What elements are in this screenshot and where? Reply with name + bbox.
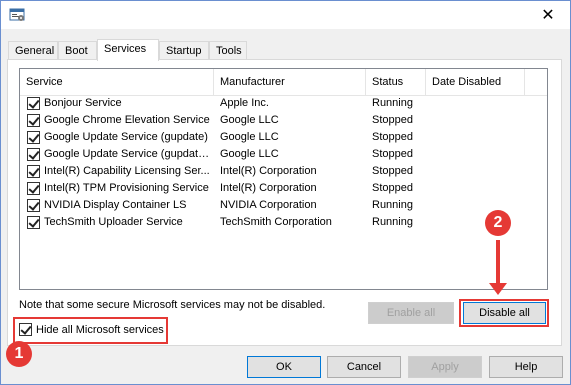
service-row[interactable]: Google Update Service (gupdatem) Google … [20,146,547,163]
service-manufacturer: Google LLC [220,131,279,143]
tab-services[interactable]: Services [97,39,159,61]
service-row[interactable]: Intel(R) Capability Licensing Ser... Int… [20,163,547,180]
arrow-head-icon [489,283,507,295]
service-row[interactable]: Google Update Service (gupdate) Google L… [20,129,547,146]
service-row[interactable]: Bonjour Service Apple Inc. Running [20,95,547,112]
service-name: Intel(R) Capability Licensing Ser... [44,165,210,177]
service-row[interactable]: Intel(R) TPM Provisioning Service Intel(… [20,180,547,197]
service-status: Stopped [372,114,413,126]
service-name: Intel(R) TPM Provisioning Service [44,182,209,194]
column-header-date-disabled[interactable]: Date Disabled [426,69,525,95]
service-name: Bonjour Service [44,97,122,109]
service-name: Google Update Service (gupdatem) [44,148,212,160]
service-manufacturer: Intel(R) Corporation [220,165,317,177]
help-button[interactable]: Help [489,356,563,378]
service-status: Stopped [372,148,413,160]
service-manufacturer: Intel(R) Corporation [220,182,317,194]
cancel-button[interactable]: Cancel [327,356,401,378]
service-status: Stopped [372,131,413,143]
secure-services-note: Note that some secure Microsoft services… [19,299,326,311]
step-2-badge: 2 [485,210,511,236]
tab-general[interactable]: General [8,41,58,60]
service-checkbox[interactable] [27,182,40,195]
service-status: Running [372,216,413,228]
msconfig-app-icon [9,8,25,21]
service-checkbox[interactable] [27,131,40,144]
service-name: Google Chrome Elevation Service [44,114,210,126]
service-checkbox[interactable] [27,216,40,229]
service-manufacturer: Google LLC [220,114,279,126]
arrow-down-icon [496,240,500,286]
service-manufacturer: Apple Inc. [220,97,269,109]
close-icon: ✕ [541,7,555,24]
service-manufacturer: NVIDIA Corporation [220,199,317,211]
step-1-badge: 1 [6,341,32,367]
column-header-status[interactable]: Status [366,69,426,95]
service-row[interactable]: NVIDIA Display Container LS NVIDIA Corpo… [20,197,547,214]
title-bar: ✕ [1,1,570,29]
enable-all-button[interactable]: Enable all [368,302,454,324]
apply-button[interactable]: Apply [408,356,482,378]
list-header: Service Manufacturer Status Date Disable… [20,69,547,96]
column-header-manufacturer[interactable]: Manufacturer [214,69,366,95]
service-status: Stopped [372,165,413,177]
hide-ms-highlight [13,317,168,344]
services-list[interactable]: Service Manufacturer Status Date Disable… [19,68,548,290]
tab-startup[interactable]: Startup [159,41,209,60]
service-row[interactable]: TechSmith Uploader Service TechSmith Cor… [20,214,547,231]
service-status: Running [372,199,413,211]
close-button[interactable]: ✕ [526,1,570,29]
service-checkbox[interactable] [27,148,40,161]
service-name: Google Update Service (gupdate) [44,131,208,143]
column-header-service[interactable]: Service [20,69,214,95]
service-status: Running [372,97,413,109]
service-row[interactable]: Google Chrome Elevation Service Google L… [20,112,547,129]
service-checkbox[interactable] [27,97,40,110]
service-status: Stopped [372,182,413,194]
service-checkbox[interactable] [27,199,40,212]
service-manufacturer: Google LLC [220,148,279,160]
tab-tools[interactable]: Tools [209,41,247,60]
service-name: NVIDIA Display Container LS [44,199,187,211]
service-checkbox[interactable] [27,114,40,127]
ok-button[interactable]: OK [247,356,321,378]
disable-all-highlight [459,299,549,327]
service-name: TechSmith Uploader Service [44,216,183,228]
tab-boot[interactable]: Boot [58,41,97,60]
service-manufacturer: TechSmith Corporation [220,216,332,228]
service-checkbox[interactable] [27,165,40,178]
